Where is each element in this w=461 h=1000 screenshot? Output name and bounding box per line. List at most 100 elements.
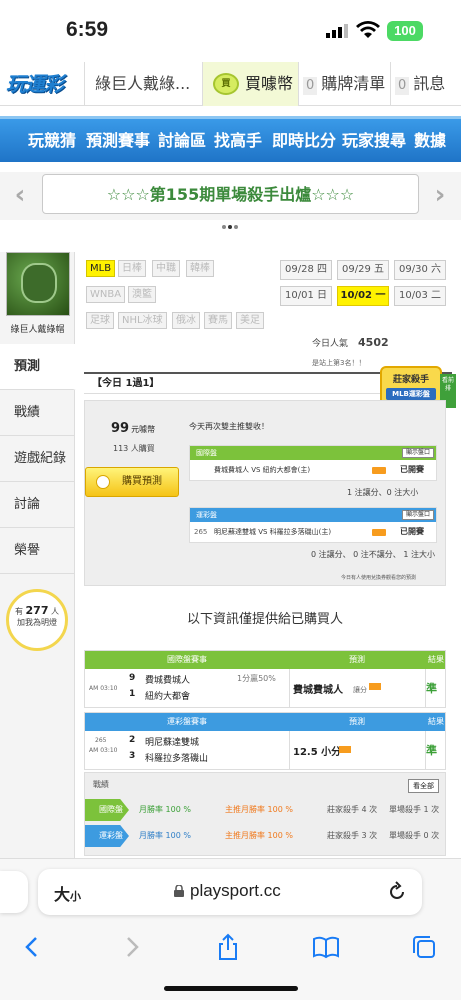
nav-item-guess[interactable]: 玩競猜 bbox=[28, 119, 76, 162]
date-0929[interactable]: 09/29 五 bbox=[337, 260, 389, 280]
lottery-table: 運彩盤 顯示盤口 265 明尼蘇達雙城 VS 科羅拉多落磯山(主) 已開賽 bbox=[189, 507, 437, 543]
app-header: 玩運彩 綠巨人戴綠... 買 買噱幣 0 購牌清單 0 訊息 bbox=[0, 62, 461, 106]
follow-button[interactable]: 有 277 人 加我為明燈 bbox=[6, 589, 68, 651]
nav-item-live-score[interactable]: 即時比分 bbox=[272, 119, 336, 162]
orders-tab[interactable]: 0 購牌清單 bbox=[298, 62, 390, 106]
status-time: 6:59 bbox=[66, 18, 109, 41]
intl-summary: 1 注讓分、0 注大小 bbox=[347, 488, 419, 497]
chevron-right-icon[interactable]: › bbox=[428, 180, 452, 210]
team-1: 明尼蘇達雙城 bbox=[145, 738, 200, 748]
lock-icon bbox=[174, 885, 184, 897]
intl-result-header: 國際盤賽事 預測 結果 bbox=[85, 651, 445, 669]
nav-item-forum[interactable]: 討論區 bbox=[158, 119, 206, 162]
pick-tag-icon bbox=[372, 467, 386, 474]
date-1001[interactable]: 10/01 日 bbox=[280, 286, 332, 306]
home-indicator bbox=[164, 986, 298, 991]
date-1002[interactable]: 10/02 一 bbox=[337, 286, 389, 306]
messages-label: 訊息 bbox=[413, 74, 446, 93]
nav-item-predict[interactable]: 預測賽事 bbox=[86, 119, 150, 162]
lottery-table-header: 運彩盤 顯示盤口 bbox=[190, 508, 436, 522]
messages-tab[interactable]: 0 訊息 bbox=[390, 62, 461, 106]
previous-tab-peek[interactable] bbox=[0, 871, 28, 913]
prediction-box: 99 元噱幣 113 人購買 購買預測 今天再次雙主推雙收！ 國際盤 顯示盤口 費… bbox=[84, 400, 446, 586]
category-cpbl[interactable]: 中職 bbox=[152, 260, 180, 277]
messages-count: 0 bbox=[395, 77, 410, 95]
category-nbl[interactable]: 澳籃 bbox=[128, 286, 156, 303]
category-mlb[interactable]: MLB bbox=[86, 260, 116, 277]
url-text: playsport.cc bbox=[190, 881, 281, 900]
sidebar-item-discussion[interactable]: 討論 bbox=[0, 482, 75, 528]
battery-indicator: 100 bbox=[387, 21, 423, 41]
category-nfl[interactable]: 美足 bbox=[236, 312, 264, 329]
category-soccer[interactable]: 足球 bbox=[86, 312, 114, 329]
avatar bbox=[6, 252, 70, 316]
voucher-footnote: 今日有人使用兌換券觀看您的預測 bbox=[341, 575, 417, 581]
follow-label: 加我為明燈 bbox=[17, 618, 57, 627]
record-title: 戰績 bbox=[93, 780, 109, 789]
coins-label: 買噱幣 bbox=[245, 74, 294, 93]
category-kbo[interactable]: 韓棒 bbox=[186, 260, 214, 277]
date-0928[interactable]: 09/28 四 bbox=[280, 260, 332, 280]
result-row: AM 03:10 9 費城費城人 1 紐約大都會 1分贏50% 費城費城人 讓分… bbox=[85, 669, 445, 707]
pick: 12.5 小分 bbox=[293, 747, 342, 758]
pick-tag-icon bbox=[339, 746, 351, 753]
text-size-button[interactable]: 大小 bbox=[54, 881, 81, 905]
forward-icon[interactable] bbox=[118, 933, 146, 961]
coins-button[interactable]: 買 買噱幣 bbox=[202, 62, 298, 106]
buy-prediction-button[interactable]: 購買預測 bbox=[85, 467, 179, 497]
sidebar-item-game-log[interactable]: 遊戲紀錄 bbox=[0, 436, 75, 482]
sidebar-item-record[interactable]: 戰績 bbox=[0, 390, 75, 436]
bookmarks-icon[interactable] bbox=[312, 933, 340, 961]
match-status: 已開賽 bbox=[400, 527, 424, 536]
orders-label: 購牌清單 bbox=[321, 74, 386, 93]
popularity: 今日人氣 4502 bbox=[312, 336, 389, 349]
category-nhl[interactable]: NHL冰球 bbox=[118, 312, 167, 329]
sidebar-item-honor[interactable]: 榮譽 bbox=[0, 528, 75, 574]
nav-item-data[interactable]: 數據 bbox=[414, 119, 446, 162]
follow-count: 277 bbox=[25, 604, 49, 617]
team-2: 科羅拉多落磯山 bbox=[145, 754, 209, 764]
buyer-count: 113 人購買 bbox=[113, 444, 155, 453]
intl-table-header: 國際盤 顯示盤口 bbox=[190, 446, 436, 460]
status-bar: 6:59 100 bbox=[0, 0, 461, 62]
browser-toolbar bbox=[0, 925, 461, 965]
category-npb[interactable]: 日棒 bbox=[118, 260, 146, 277]
record-row-intl: 國際盤 月勝率 100 % 主推月勝率 100 % 莊家殺手 4 次 單場殺手 … bbox=[85, 799, 447, 821]
address-bar[interactable]: 大小 playsport.cc bbox=[38, 869, 422, 915]
record-row-lottery: 運彩盤 月勝率 100 % 主推月勝率 100 % 莊家殺手 3 次 單場殺手 … bbox=[85, 825, 447, 847]
announcement-carousel: ‹ ☆☆☆第155期單場殺手出爐☆☆☆ › bbox=[0, 172, 461, 220]
category-wnba[interactable]: WNBA bbox=[86, 286, 126, 303]
odds: 1分贏50% bbox=[237, 674, 276, 683]
intl-match-row: 費城費城人 VS 紐約大都會(主) 已開賽 bbox=[190, 460, 436, 480]
nav-item-player-search[interactable]: 玩家搜尋 bbox=[342, 119, 406, 162]
site-logo[interactable]: 玩運彩 bbox=[6, 68, 78, 100]
intl-table: 國際盤 顯示盤口 費城費城人 VS 紐約大都會(主) 已開賽 bbox=[189, 445, 437, 481]
show-odds-button[interactable]: 顯示盤口 bbox=[401, 510, 434, 520]
back-icon[interactable] bbox=[18, 933, 46, 961]
view-all-button[interactable]: 看全部 bbox=[408, 779, 439, 793]
date-0930[interactable]: 09/30 六 bbox=[394, 260, 446, 280]
price: 99 元噱幣 bbox=[111, 421, 156, 436]
pick-tag-icon bbox=[369, 683, 381, 690]
popularity-value: 4502 bbox=[358, 336, 389, 349]
record-summary: 戰績 看全部 國際盤 月勝率 100 % 主推月勝率 100 % 莊家殺手 4 … bbox=[84, 772, 446, 856]
browser-chrome: 大小 playsport.cc bbox=[0, 858, 461, 1000]
orders-count: 0 bbox=[303, 77, 318, 95]
lottery-summary: 0 注讓分、 0 注不讓分、 1 注大小 bbox=[311, 550, 435, 559]
chevron-left-icon[interactable]: ‹ bbox=[8, 180, 32, 210]
header-title[interactable]: 綠巨人戴綠... bbox=[84, 62, 198, 106]
category-horse[interactable]: 賽馬 bbox=[204, 312, 232, 329]
reload-icon[interactable] bbox=[386, 881, 408, 903]
profile-sidebar: 綠巨人戴綠帽 預測 戰績 遊戲紀錄 討論 榮譽 有 277 人 加我為明燈 bbox=[0, 252, 76, 858]
tabs-icon[interactable] bbox=[410, 933, 438, 961]
category-khl[interactable]: 俄冰 bbox=[172, 312, 200, 329]
sidebar-item-predict[interactable]: 預測 bbox=[0, 344, 76, 390]
prediction-notice: 今天再次雙主推雙收！ bbox=[189, 422, 269, 431]
match-status: 已開賽 bbox=[400, 465, 424, 474]
result-mark: 準 bbox=[426, 744, 437, 757]
date-1003[interactable]: 10/03 二 bbox=[394, 286, 446, 306]
share-icon[interactable] bbox=[214, 933, 242, 961]
announcement-banner[interactable]: ☆☆☆第155期單場殺手出爐☆☆☆ bbox=[42, 174, 419, 214]
show-odds-button[interactable]: 顯示盤口 bbox=[401, 448, 434, 458]
nav-item-experts[interactable]: 找高手 bbox=[214, 119, 262, 162]
